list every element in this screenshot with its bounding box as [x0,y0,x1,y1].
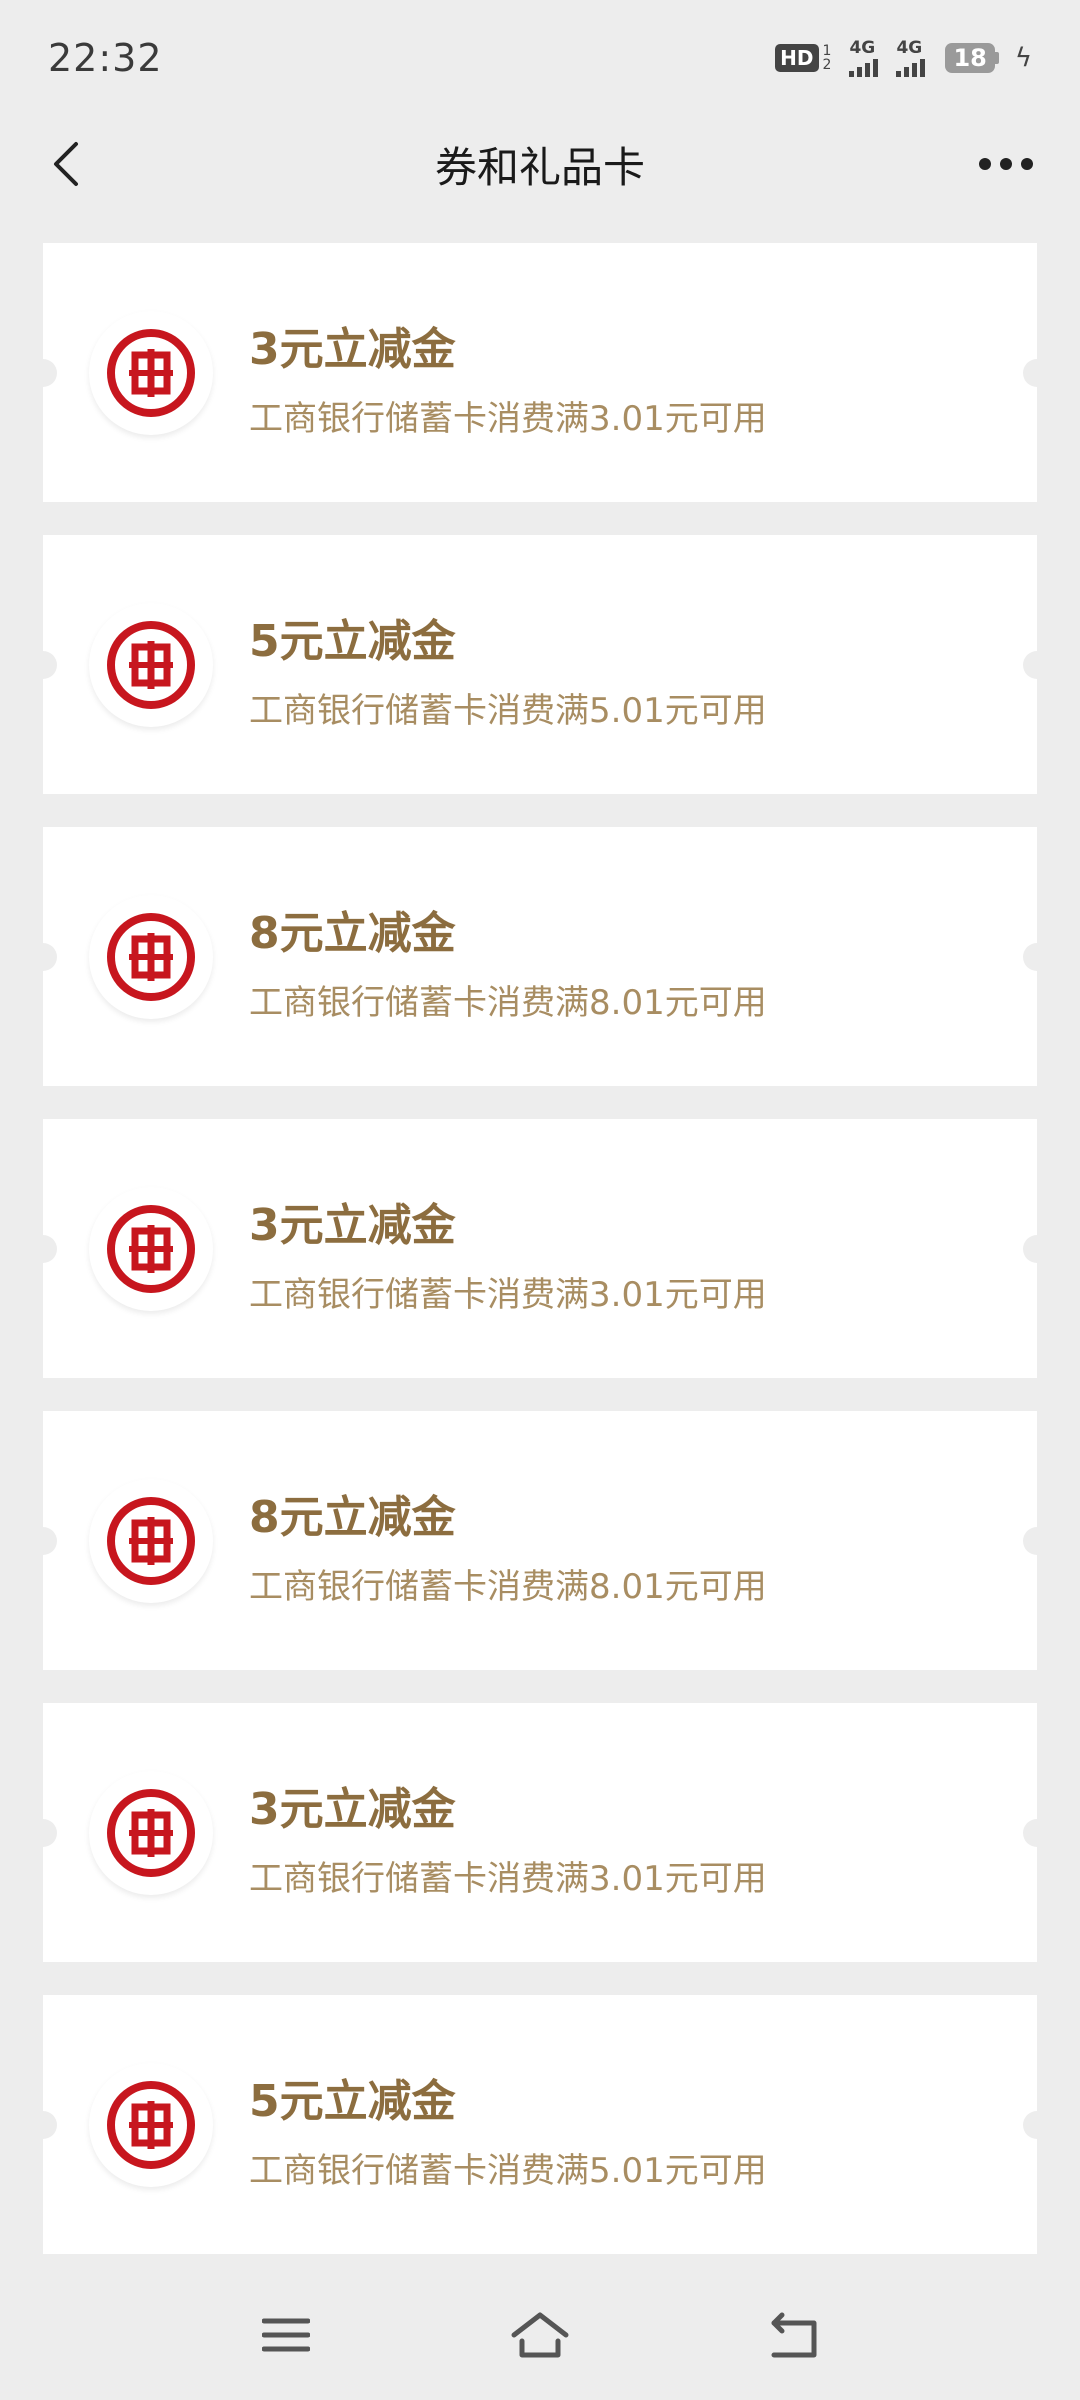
icbc-logo-icon [89,1479,213,1603]
signal-1-icon [849,57,879,77]
sim-indicator: 1 2 [823,44,832,72]
network-1-label: 4G [849,37,876,58]
battery-icon: 18 [945,43,999,73]
coupon-title: 5元立减金 [249,616,456,667]
more-button[interactable] [968,132,1044,196]
coupon-title: 3元立减金 [249,324,456,375]
network-2-label: 4G [896,37,923,58]
more-dots-icon [979,158,1033,170]
sim-top-label: 1 [822,43,832,59]
system-navigation-bar [0,2270,1080,2400]
return-button[interactable] [762,2303,826,2367]
coupon-card[interactable]: 3元立减金 工商银行储蓄卡消费满3.01元可用 [29,1119,1051,1378]
coupon-title: 8元立减金 [249,1492,456,1543]
status-time: 22:32 [48,36,163,80]
coupon-card[interactable]: 5元立减金 工商银行储蓄卡消费满5.01元可用 [29,535,1051,794]
hd-icon: HD [775,44,819,72]
coupon-description: 工商银行储蓄卡消费满5.01元可用 [249,691,767,731]
charging-icon: ϟ [1014,43,1032,73]
coupon-card[interactable]: 8元立减金 工商银行储蓄卡消费满8.01元可用 [29,827,1051,1086]
icbc-logo-icon [89,2063,213,2187]
menu-button[interactable] [254,2303,318,2367]
network-2: 4G [896,37,926,77]
network-1: 4G [849,37,879,77]
signal-2-icon [896,57,926,77]
return-icon [771,2312,817,2358]
coupon-title: 3元立减金 [249,1200,456,1251]
coupon-description: 工商银行储蓄卡消费满3.01元可用 [249,399,767,439]
menu-icon [262,2318,310,2352]
home-button[interactable] [508,2303,572,2367]
back-button[interactable] [34,132,98,196]
icbc-logo-icon [89,895,213,1019]
coupon-card[interactable]: 5元立减金 工商银行储蓄卡消费满5.01元可用 [29,1995,1051,2254]
icbc-logo-icon [89,311,213,435]
status-indicators: HD 1 2 4G 4G 18 ϟ [775,37,1032,77]
coupon-card[interactable]: 3元立减金 工商银行储蓄卡消费满3.01元可用 [29,243,1051,502]
icbc-logo-icon [89,1187,213,1311]
header: 券和礼品卡 [0,116,1080,212]
icbc-logo-icon [89,603,213,727]
status-bar: 22:32 HD 1 2 4G 4G 18 ϟ [0,0,1080,116]
coupon-title: 3元立减金 [249,1784,456,1835]
coupon-card[interactable]: 8元立减金 工商银行储蓄卡消费满8.01元可用 [29,1411,1051,1670]
battery-level: 18 [945,43,995,73]
coupon-description: 工商银行储蓄卡消费满5.01元可用 [249,2151,767,2191]
coupon-title: 5元立减金 [249,2076,456,2127]
page-title: 券和礼品卡 [434,142,645,192]
coupon-title: 8元立减金 [249,908,456,959]
coupon-description: 工商银行储蓄卡消费满8.01元可用 [249,1567,767,1607]
coupon-list: 3元立减金 工商银行储蓄卡消费满3.01元可用 5元立减金 工商银行储蓄卡消费满… [29,243,1051,2287]
coupon-description: 工商银行储蓄卡消费满3.01元可用 [249,1275,767,1315]
icbc-logo-icon [89,1771,213,1895]
home-icon [511,2312,569,2358]
coupon-card[interactable]: 3元立减金 工商银行储蓄卡消费满3.01元可用 [29,1703,1051,1962]
back-arrow-icon [54,142,78,186]
coupon-description: 工商银行储蓄卡消费满3.01元可用 [249,1859,767,1899]
sim-bottom-label: 2 [822,57,832,73]
coupon-description: 工商银行储蓄卡消费满8.01元可用 [249,983,767,1023]
